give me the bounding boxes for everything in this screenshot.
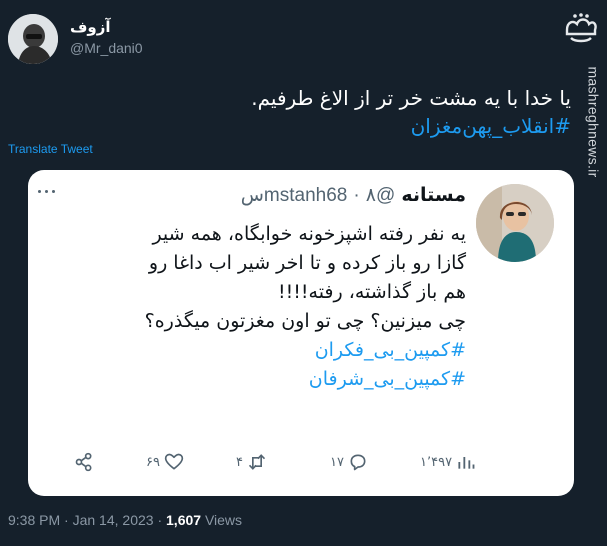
separator-dot: · — [64, 512, 69, 528]
views-count: ۱٬۴۹۷ — [420, 454, 453, 470]
quoted-text-line: چی میزنین؟ چی تو اون مغزتون میگذره؟ — [144, 310, 466, 332]
views-total: 1,607 — [166, 512, 202, 528]
author-handle[interactable]: @Mr_dani0 — [70, 40, 143, 56]
tweet-text: یا خدا با یه مشت خر تر از الاغ طرفیم. #ا… — [51, 84, 571, 140]
tweet-hashtag[interactable]: #انقلاب_پهن‌مغزان — [51, 112, 571, 140]
views-label: Views — [204, 512, 243, 528]
more-options-icon[interactable] — [38, 184, 66, 198]
quoted-author-avatar[interactable] — [476, 184, 554, 262]
reply-icon — [350, 454, 366, 471]
quoted-author-handle[interactable]: @mstanh68 — [264, 185, 395, 206]
quoted-author-name[interactable]: مستانه — [401, 184, 466, 206]
views-button[interactable]: ۱٬۴۹۷ — [420, 450, 476, 474]
reply-count: ۱۷ — [330, 454, 344, 470]
translate-tweet-link[interactable]: Translate Tweet — [8, 142, 93, 156]
quoted-hashtag[interactable]: #کمپین_بی_فکران — [46, 336, 466, 365]
quoted-tweet-actions: ۶۹ ۴ ۱۷ ۱٬۴۹۷ — [68, 450, 475, 474]
quoted-tweet-card[interactable]: مستانه @mstanh68 · ۸س یه نفر رفته اشپزخو… — [28, 170, 574, 496]
quoted-text-line: گازا رو باز کرده و تا اخر شیر اب داغا رو — [148, 252, 466, 274]
reply-button[interactable]: ۱۷ — [330, 450, 368, 474]
separator-dot: · — [353, 185, 360, 206]
tweet-body: یا خدا با یه مشت خر تر از الاغ طرفیم. — [251, 86, 571, 110]
retweet-icon — [248, 454, 266, 470]
heart-icon — [164, 453, 184, 470]
like-count: ۶۹ — [146, 454, 160, 470]
tweet-date[interactable]: Jan 14, 2023 — [73, 512, 154, 528]
share-button[interactable] — [74, 450, 94, 474]
separator-dot: · — [157, 512, 163, 528]
tweet: آزوف @Mr_dani0 mashreghnews.ir یا خدا با… — [0, 0, 607, 546]
tweet-time[interactable]: 9:38 PM — [8, 512, 60, 528]
quoted-text-line: هم باز گذاشته، رفته!!!! — [278, 281, 466, 303]
author-avatar[interactable] — [8, 14, 58, 64]
quoted-text-line: یه نفر رفته اشپزخونه خوابگاه، همه شیر — [152, 223, 466, 245]
retweet-button[interactable]: ۴ — [236, 450, 267, 474]
quoted-hashtag[interactable]: #کمپین_بی_شرفان — [46, 365, 466, 394]
analytics-icon — [458, 457, 475, 469]
tweet-footer: 9:38 PM · Jan 14, 2023 · 1,607 Views — [8, 512, 242, 528]
like-button[interactable]: ۶۹ — [146, 450, 184, 474]
news-logo — [561, 10, 601, 44]
retweet-count: ۴ — [236, 454, 243, 470]
quoted-tweet-text: یه نفر رفته اشپزخونه خوابگاه، همه شیر گا… — [46, 220, 466, 394]
quoted-tweet-header: مستانه @mstanh68 · ۸س — [241, 184, 466, 207]
share-icon — [75, 452, 92, 472]
watermark-url: mashreghnews.ir — [586, 66, 603, 178]
author-name[interactable]: آزوف — [70, 18, 111, 36]
